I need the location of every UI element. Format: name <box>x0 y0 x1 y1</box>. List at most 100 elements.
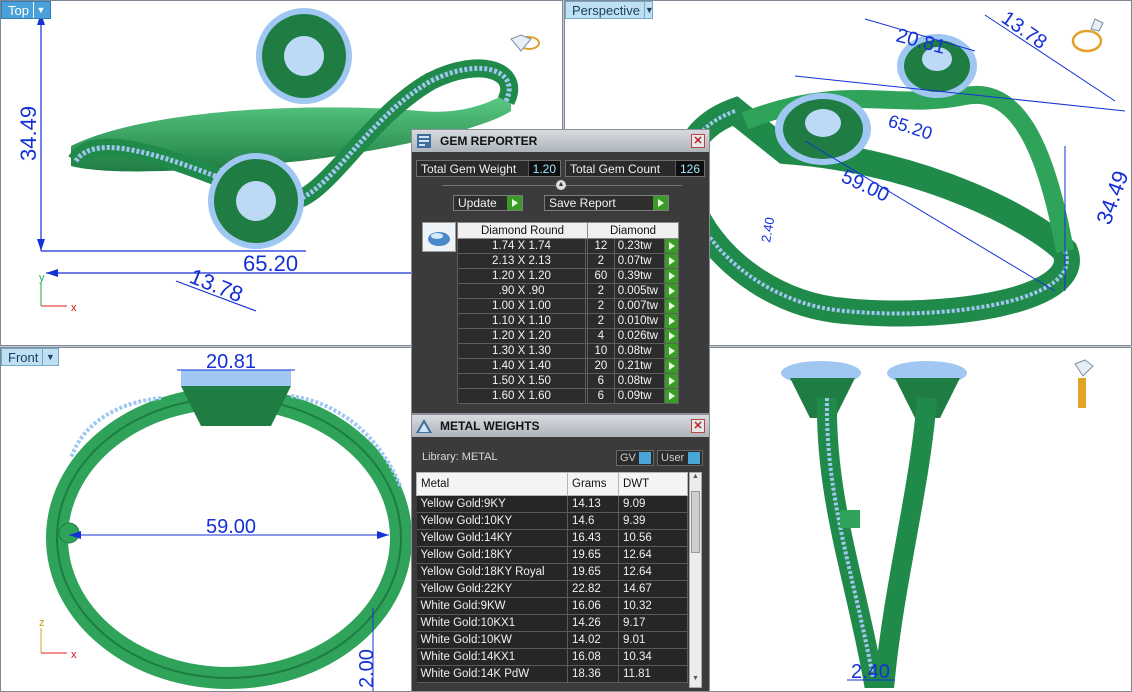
chevron-down-icon[interactable]: ▼ <box>42 349 57 365</box>
play-icon <box>668 302 675 310</box>
metal-row[interactable]: Yellow Gold:22KY 22.82 14.67 <box>416 580 688 598</box>
gem-count: 2 <box>587 313 615 329</box>
close-button[interactable]: ✕ <box>691 134 705 148</box>
metal-name: Yellow Gold:22KY <box>416 580 568 598</box>
gem-row-go-button[interactable] <box>664 358 679 374</box>
metal-weights-panel[interactable]: METAL WEIGHTS ✕ Library: METAL GV User M… <box>411 414 710 692</box>
dim-e: 34.49 <box>1091 167 1132 227</box>
gem-weight: 0.21tw <box>613 358 666 374</box>
gem-count: 4 <box>587 328 615 344</box>
user-toggle[interactable]: User <box>657 450 703 466</box>
gem-row-go-button[interactable] <box>664 298 679 314</box>
gem-weight: 0.23tw <box>613 238 666 254</box>
play-icon <box>668 332 675 340</box>
dim-c: 65.20 <box>886 111 935 144</box>
metal-dwt: 14.67 <box>618 580 688 598</box>
panel-title: METAL WEIGHTS <box>440 419 540 433</box>
metal-name: White Gold:10KW <box>416 631 568 649</box>
metal-name: White Gold:14KX1 <box>416 648 568 666</box>
chevron-down-icon[interactable]: ▼ <box>643 2 654 18</box>
scroll-up-icon[interactable]: ▲ <box>690 473 701 485</box>
metal-grams: 19.65 <box>567 546 619 564</box>
play-icon <box>668 362 675 370</box>
play-icon <box>653 196 668 210</box>
toggle-indicator-icon <box>688 452 700 464</box>
gv-toggle[interactable]: GV <box>616 450 654 466</box>
metal-name: Yellow Gold:9KY <box>416 495 568 513</box>
gem-reporter-titlebar[interactable]: GEM REPORTER ✕ <box>412 130 709 152</box>
save-report-button-label: Save Report <box>549 196 616 210</box>
metal-table: Metal Grams DWT Yellow Gold:9KY 14.13 9.09… <box>416 472 688 683</box>
gem-row: 1.30 X 1.30 10 0.08tw <box>457 343 679 359</box>
gem-count: 6 <box>587 373 615 389</box>
scroll-thumb[interactable] <box>691 491 700 553</box>
metal-dwt: 10.34 <box>618 648 688 666</box>
metal-grams: 14.26 <box>567 614 619 632</box>
viewport-tab-perspective[interactable]: Perspective ▼ <box>565 1 654 19</box>
dim-top: 20.81 <box>206 351 256 373</box>
gem-reporter-panel[interactable]: GEM REPORTER ✕ Total Gem Weight 1.20 Tot… <box>411 129 710 414</box>
dim-side: 2.00 <box>356 649 378 688</box>
save-report-button[interactable]: Save Report <box>544 195 669 211</box>
viewport-label: Perspective <box>572 2 640 18</box>
gem-row-go-button[interactable] <box>664 373 679 389</box>
gem-row-go-button[interactable] <box>664 343 679 359</box>
metal-row[interactable]: White Gold:14KX1 16.08 10.34 <box>416 648 688 666</box>
play-icon <box>668 392 675 400</box>
metal-row[interactable]: Yellow Gold:18KY 19.65 12.64 <box>416 546 688 564</box>
gem-row-go-button[interactable] <box>664 268 679 284</box>
metal-row[interactable]: Yellow Gold:10KY 14.6 9.39 <box>416 512 688 530</box>
play-icon <box>668 377 675 385</box>
halo-top <box>256 8 352 104</box>
dim-f: 2.40 <box>758 216 777 244</box>
gem-weight: 0.07tw <box>613 253 666 269</box>
axis-z-label: z <box>39 617 45 629</box>
chevron-down-icon[interactable]: ▼ <box>32 2 48 18</box>
update-button[interactable]: Update <box>453 195 523 211</box>
halo-settings <box>781 361 967 418</box>
ring-icon <box>1071 18 1104 53</box>
metal-name: Yellow Gold:10KY <box>416 512 568 530</box>
gem-row: 1.74 X 1.74 12 0.23tw <box>457 238 679 254</box>
gem-row-go-button[interactable] <box>664 313 679 329</box>
gem-weight: 0.08tw <box>613 373 666 389</box>
metal-row[interactable]: White Gold:10KX1 14.26 9.17 <box>416 614 688 632</box>
metal-row[interactable]: White Gold:9KW 16.06 10.32 <box>416 597 688 615</box>
dim-mid: 59.00 <box>206 516 256 538</box>
metal-row[interactable]: White Gold:14K PdW 18.36 11.81 <box>416 665 688 683</box>
viewport-tab-front[interactable]: Front ▼ <box>1 348 59 366</box>
play-icon <box>668 272 675 280</box>
total-gem-weight-value: 1.20 <box>527 161 560 176</box>
metal-dwt: 10.56 <box>618 529 688 547</box>
gem-row-go-button[interactable] <box>664 238 679 254</box>
gem-row-go-button[interactable] <box>664 328 679 344</box>
gem-weight: 0.010tw <box>613 313 666 329</box>
metal-row[interactable]: Yellow Gold:18KY Royal 19.65 12.64 <box>416 563 688 581</box>
gem-row: 2.13 X 2.13 2 0.07tw <box>457 253 679 269</box>
gem-row: 1.60 X 1.60 6 0.09tw <box>457 388 679 404</box>
viewport-label: Top <box>8 2 29 18</box>
metal-table-scrollbar[interactable]: ▲ ▼ <box>689 472 702 688</box>
metal-dwt: 10.32 <box>618 597 688 615</box>
total-gem-count: Total Gem Count 126 <box>565 160 705 177</box>
gem-row-go-button[interactable] <box>664 388 679 404</box>
close-button[interactable]: ✕ <box>691 419 705 433</box>
metal-scale-icon <box>412 415 436 437</box>
total-gem-weight-label: Total Gem Weight <box>421 161 517 176</box>
collapse-icon[interactable]: ▲ <box>556 180 566 190</box>
metal-row[interactable]: Yellow Gold:14KY 16.43 10.56 <box>416 529 688 547</box>
gem-row: 1.10 X 1.10 2 0.010tw <box>457 313 679 329</box>
gem-count: 60 <box>587 268 615 284</box>
metal-dwt: 9.09 <box>618 495 688 513</box>
metal-weights-titlebar[interactable]: METAL WEIGHTS ✕ <box>412 415 709 437</box>
scroll-down-icon[interactable]: ▼ <box>690 675 701 687</box>
gem-size: 2.13 X 2.13 <box>457 253 586 269</box>
gem-row-go-button[interactable] <box>664 283 679 299</box>
metal-row[interactable]: Yellow Gold:9KY 14.13 9.09 <box>416 495 688 513</box>
gem-row-go-button[interactable] <box>664 253 679 269</box>
metal-row[interactable]: White Gold:10KW 14.02 9.01 <box>416 631 688 649</box>
metal-name: Yellow Gold:14KY <box>416 529 568 547</box>
viewport-tab-top[interactable]: Top ▼ <box>1 1 51 19</box>
gem-size: 1.50 X 1.50 <box>457 373 586 389</box>
col-metal: Metal <box>416 472 568 496</box>
